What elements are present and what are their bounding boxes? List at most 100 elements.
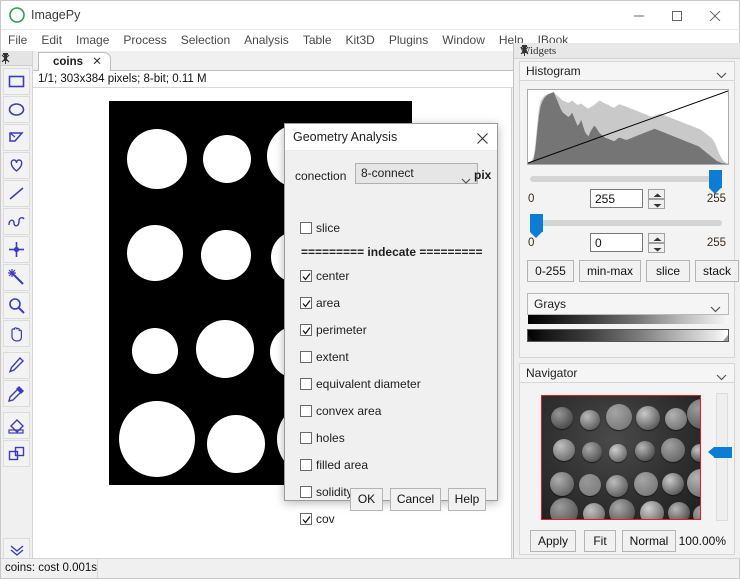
- menu-item-analysis[interactable]: Analysis: [237, 30, 296, 50]
- coin-thumb: [668, 502, 690, 520]
- checkbox-box[interactable]: [300, 513, 312, 525]
- histogram-high-slider[interactable]: [530, 176, 722, 182]
- coin-thumb: [583, 503, 605, 520]
- checkbox-box[interactable]: [300, 378, 312, 390]
- ok-button[interactable]: OK: [350, 488, 383, 511]
- colormap-value: Grays: [534, 297, 566, 311]
- range-slice-button[interactable]: slice: [646, 260, 690, 282]
- histogram-low-thumb[interactable]: [530, 214, 543, 232]
- connection-unit: pix: [474, 168, 491, 182]
- maximize-icon[interactable]: [659, 1, 695, 29]
- ellipse-tool[interactable]: [3, 96, 30, 123]
- menu-item-process[interactable]: Process: [116, 30, 173, 50]
- spin-up-icon[interactable]: [648, 233, 665, 243]
- coin-thumb: [687, 469, 701, 497]
- histogram-high-spin-buttons[interactable]: [648, 189, 665, 209]
- menu-item-window[interactable]: Window: [435, 30, 492, 50]
- status-bar: coins: cost 0.001s: [1, 558, 739, 578]
- magic-wand-tool[interactable]: [3, 264, 30, 291]
- widgets-dock: Widgets Histogram 0 255: [513, 43, 740, 558]
- checkbox-box[interactable]: [300, 222, 312, 234]
- checkbox-box[interactable]: [300, 351, 312, 363]
- paint-bucket-tool[interactable]: [3, 412, 30, 439]
- spin-down-icon[interactable]: [648, 243, 665, 253]
- checkbox-box[interactable]: [300, 459, 312, 471]
- line-tool[interactable]: [3, 180, 30, 207]
- chevron-down-icon[interactable]: [710, 302, 721, 316]
- tab-coins[interactable]: coins ✕: [38, 52, 111, 72]
- widgets-dock-header: Widgets: [514, 43, 740, 59]
- checkbox-box[interactable]: [300, 270, 312, 282]
- colormap-select[interactable]: Grays: [527, 293, 729, 315]
- coin-thumb: [606, 404, 632, 430]
- menu-item-table[interactable]: Table: [296, 30, 339, 50]
- navigator-scroll-thumb[interactable]: [714, 447, 732, 458]
- dialog-body: conection 8-connect pix slice ========= …: [285, 151, 497, 500]
- rectangle-tool[interactable]: [3, 68, 30, 95]
- spin-up-icon[interactable]: [648, 189, 665, 199]
- coin-thumb: [687, 399, 701, 429]
- histogram-low-slider[interactable]: [530, 220, 722, 226]
- checkbox-label: solidity: [316, 485, 353, 499]
- spin-down-icon[interactable]: [648, 199, 665, 209]
- menu-item-plugins[interactable]: Plugins: [382, 30, 435, 50]
- histogram-high-value[interactable]: 255: [590, 189, 643, 208]
- close-icon[interactable]: ✕: [92, 53, 102, 72]
- histogram-high-thumb[interactable]: [709, 170, 722, 188]
- connection-select[interactable]: 8-connect: [355, 163, 478, 184]
- range-min-max-button[interactable]: min-max: [579, 260, 641, 282]
- chevron-double-down-icon[interactable]: [3, 538, 30, 560]
- histogram-group-header[interactable]: Histogram: [519, 61, 735, 81]
- navigator-vertical-scrollbar[interactable]: [716, 393, 728, 521]
- cancel-button[interactable]: Cancel: [390, 488, 441, 511]
- help-button[interactable]: Help: [448, 488, 486, 511]
- histogram-low-spin-buttons[interactable]: [648, 233, 665, 253]
- point-tool[interactable]: [3, 236, 30, 263]
- checkbox-box[interactable]: [300, 324, 312, 336]
- magnifier-icon[interactable]: [3, 292, 30, 319]
- range-0-255-button[interactable]: 0-255: [527, 260, 574, 282]
- coin-thumb: [550, 498, 578, 520]
- navigator-group-header[interactable]: Navigator: [519, 363, 735, 383]
- checkbox-label: perimeter: [316, 323, 367, 337]
- checkbox-label: center: [316, 269, 349, 283]
- checkbox-box[interactable]: [300, 297, 312, 309]
- coin-thumb: [661, 438, 685, 462]
- freehand-tool[interactable]: [3, 152, 30, 179]
- menu-item-image[interactable]: Image: [69, 30, 116, 50]
- pencil-tool[interactable]: [3, 352, 30, 379]
- menu-item-edit[interactable]: Edit: [34, 30, 69, 50]
- chevron-down-icon[interactable]: [461, 171, 471, 190]
- chevron-down-icon[interactable]: [716, 370, 727, 384]
- navigator-thumbnail[interactable]: [541, 395, 701, 520]
- coin-thumb: [609, 444, 627, 462]
- spline-tool[interactable]: [3, 208, 30, 235]
- close-icon[interactable]: [520, 45, 735, 59]
- normal-button[interactable]: Normal: [622, 530, 676, 552]
- checkbox-box[interactable]: [300, 486, 312, 498]
- minimize-icon[interactable]: [621, 1, 657, 29]
- chevron-down-icon[interactable]: [716, 68, 727, 82]
- menu-item-file[interactable]: File: [1, 30, 34, 50]
- zoom-level-label: 100.00%: [679, 534, 726, 548]
- checkbox-box[interactable]: [300, 432, 312, 444]
- eyedropper-tool[interactable]: [3, 380, 30, 407]
- layers-tool[interactable]: [3, 440, 30, 467]
- coin-blob: [132, 328, 178, 374]
- checkbox-box[interactable]: [300, 405, 312, 417]
- fit-button[interactable]: Fit: [584, 530, 616, 552]
- apply-button[interactable]: Apply: [530, 530, 576, 552]
- checkbox-label: holes: [316, 431, 345, 445]
- menu-item-selection[interactable]: Selection: [174, 30, 237, 50]
- close-icon[interactable]: [697, 1, 733, 29]
- histogram-low-max-label: 255: [707, 237, 726, 249]
- polygon-tool[interactable]: [3, 124, 30, 151]
- histogram-high-max-label: 255: [707, 193, 726, 205]
- menu-item-kit3d[interactable]: Kit3D: [339, 30, 382, 50]
- range-stack-button[interactable]: stack: [695, 260, 739, 282]
- coin-thumb: [553, 439, 575, 461]
- hand-tool[interactable]: [3, 320, 30, 347]
- histogram-low-value[interactable]: 0: [590, 233, 643, 252]
- close-icon[interactable]: [471, 128, 493, 148]
- colormap-gradient-bar[interactable]: [527, 329, 729, 342]
